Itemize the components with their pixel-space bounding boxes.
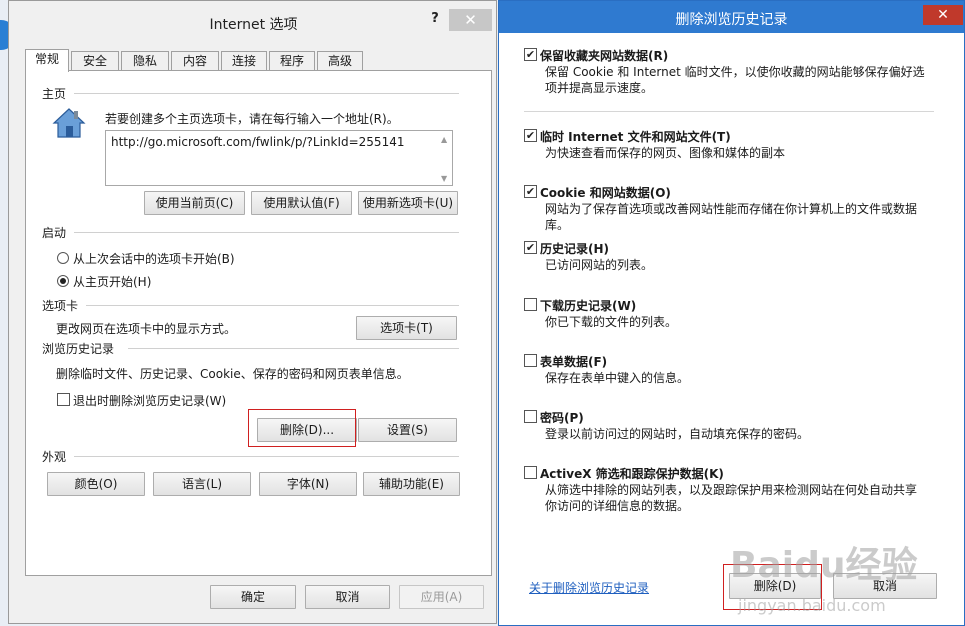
scroll-up-icon: ▲: [441, 135, 448, 144]
help-button[interactable]: ?: [428, 11, 442, 26]
languages-button[interactable]: 语言(L): [153, 472, 251, 496]
cookies-checkbox[interactable]: ✔: [524, 185, 537, 198]
titlebar: Internet 选项 ? ✕: [9, 1, 496, 41]
delete-on-exit-checkbox[interactable]: [57, 393, 70, 406]
tab-security[interactable]: 安全: [71, 51, 119, 71]
section-divider: [74, 93, 459, 94]
home-url-field[interactable]: http://go.microsoft.com/fwlink/p/?LinkId…: [105, 130, 453, 186]
use-new-tab-button[interactable]: 使用新选项卡(U): [358, 191, 458, 215]
home-section-label: 主页: [42, 87, 67, 101]
home-hint-text: 若要创建多个主页选项卡，请在每行输入一个地址(R)。: [105, 112, 399, 126]
tab-privacy[interactable]: 隐私: [121, 51, 169, 71]
temp-files-desc: 为快速查看而保存的网页、图像和媒体的副本: [545, 146, 786, 160]
section-divider: [86, 305, 459, 306]
tabs-button[interactable]: 选项卡(T): [356, 316, 457, 340]
general-tab-panel: 主页 若要创建多个主页选项卡，请在每行输入一个地址(R)。 http://go.…: [25, 70, 492, 576]
temp-files-checkbox[interactable]: ✔: [524, 129, 537, 142]
watermark-logo: Baidu经验: [730, 545, 918, 586]
cookies-desc: 网站为了保存首选项或改善网站性能而存储在你计算机上的文件或数据库。: [545, 202, 918, 232]
startup-last-session-label: 从上次会话中的选项卡开始(B): [73, 252, 235, 266]
dialog-title: 删除浏览历史记录: [675, 12, 788, 28]
appearance-section-label: 外观: [42, 450, 67, 464]
watermark-url: jingyan.baidu.com: [738, 596, 886, 615]
home-url-value: http://go.microsoft.com/fwlink/p/?LinkId…: [111, 135, 405, 149]
activex-tracking-checkbox[interactable]: [524, 466, 537, 479]
dialog-title: Internet 选项: [209, 17, 298, 33]
use-current-button[interactable]: 使用当前页(C): [144, 191, 245, 215]
activex-tracking-desc: 从筛选中排除的网站列表，以及跟踪保护用来检测网站在何处自动共享你访问的详细信息的…: [545, 483, 918, 513]
cookies-label: Cookie 和网站数据(O): [540, 186, 671, 200]
passwords-checkbox[interactable]: [524, 410, 537, 423]
passwords-desc: 登录以前访问过的网站时，自动填充保存的密码。: [545, 427, 810, 441]
startup-last-session-radio[interactable]: [57, 252, 69, 264]
form-data-label: 表单数据(F): [540, 355, 608, 369]
download-history-label: 下载历史记录(W): [540, 299, 637, 313]
use-default-button[interactable]: 使用默认值(F): [251, 191, 352, 215]
tabs-desc: 更改网页在选项卡中的显示方式。: [56, 322, 237, 336]
colors-button[interactable]: 颜色(O): [47, 472, 145, 496]
history-desc: 删除临时文件、历史记录、Cookie、保存的密码和网页表单信息。: [56, 367, 409, 381]
preserve-favorites-checkbox[interactable]: ✔: [524, 48, 537, 61]
startup-section-label: 启动: [42, 226, 67, 240]
ok-button[interactable]: 确定: [210, 585, 296, 609]
history-settings-button[interactable]: 设置(S): [358, 418, 457, 442]
passwords-label: 密码(P): [540, 411, 584, 425]
internet-options-dialog: Internet 选项 ? ✕ 常规 安全 隐私 内容 连接 程序 高级 主页 …: [8, 0, 497, 624]
tab-advanced[interactable]: 高级: [317, 51, 363, 71]
tab-connections[interactable]: 连接: [221, 51, 267, 71]
scroll-down-icon: ▼: [441, 174, 448, 183]
temp-files-label: 临时 Internet 文件和网站文件(T): [540, 130, 731, 144]
delete-on-exit-label: 退出时删除浏览历史记录(W): [73, 394, 227, 408]
tab-programs[interactable]: 程序: [269, 51, 315, 71]
preserve-favorites-label: 保留收藏夹网站数据(R): [540, 49, 669, 63]
section-divider: [74, 456, 459, 457]
history-label: 历史记录(H): [540, 242, 610, 256]
history-section-label: 浏览历史记录: [42, 342, 115, 356]
about-delete-history-link[interactable]: 关于删除浏览历史记录: [529, 579, 649, 596]
tab-content[interactable]: 内容: [171, 51, 219, 71]
section-divider: [128, 348, 459, 349]
apply-button[interactable]: 应用(A): [399, 585, 484, 609]
accessibility-button[interactable]: 辅助功能(E): [363, 472, 460, 496]
close-button[interactable]: ✕: [449, 9, 492, 31]
url-scrollbar[interactable]: ▲ ▼: [440, 133, 450, 183]
tabs-section-label: 选项卡: [42, 299, 79, 313]
tab-general[interactable]: 常规: [25, 49, 69, 72]
startup-home-radio[interactable]: [57, 275, 69, 287]
form-data-checkbox[interactable]: [524, 354, 537, 367]
titlebar: 删除浏览历史记录 ✕: [499, 1, 964, 33]
cancel-button[interactable]: 取消: [305, 585, 390, 609]
preserve-favorites-desc: 保留 Cookie 和 Internet 临时文件，以使你收藏的网站能够保存偏好…: [545, 65, 925, 95]
download-history-checkbox[interactable]: [524, 298, 537, 311]
history-checkbox[interactable]: ✔: [524, 241, 537, 254]
fonts-button[interactable]: 字体(N): [259, 472, 357, 496]
section-divider: [74, 232, 459, 233]
close-button[interactable]: ✕: [923, 5, 963, 25]
form-data-desc: 保存在表单中键入的信息。: [545, 371, 690, 385]
separator: [524, 111, 934, 112]
delete-history-dialog: 删除浏览历史记录 ✕ ✔ 保留收藏夹网站数据(R) 保留 Cookie 和 In…: [498, 0, 965, 626]
history-desc: 已访问网站的列表。: [545, 258, 654, 272]
startup-home-label: 从主页开始(H): [73, 275, 152, 289]
home-icon: [52, 108, 86, 138]
download-history-desc: 你已下载的文件的列表。: [545, 315, 678, 329]
highlight-box: [248, 409, 356, 447]
activex-tracking-label: ActiveX 筛选和跟踪保护数据(K): [540, 467, 724, 481]
